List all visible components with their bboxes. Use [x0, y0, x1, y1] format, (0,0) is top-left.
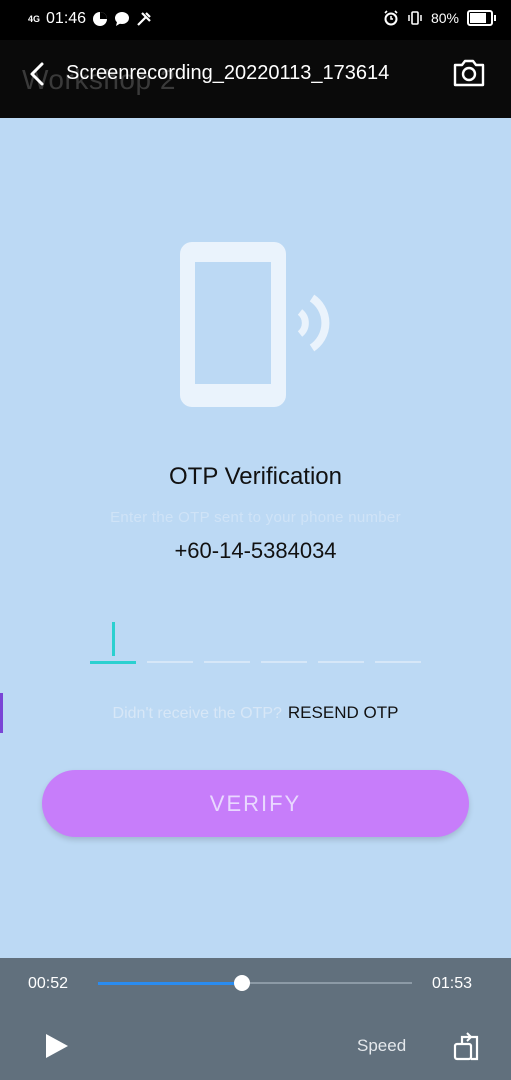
otp-digit-input[interactable]	[318, 618, 364, 663]
otp-digit-input[interactable]	[204, 618, 250, 663]
back-arrow-icon[interactable]	[26, 60, 50, 88]
current-time: 00:52	[28, 975, 69, 992]
phone-number: +60-14-5384034	[174, 538, 337, 563]
seek-thumb[interactable]	[234, 975, 251, 991]
pie-app-icon	[93, 12, 108, 26]
speed-button[interactable]: Speed	[357, 1036, 406, 1056]
otp-title: OTP Verification	[169, 463, 342, 490]
otp-digit-input[interactable]	[90, 618, 136, 664]
network-indicator: 4G	[28, 13, 41, 24]
status-bar-left: 4G 01:46	[28, 10, 152, 28]
seek-bar[interactable]	[98, 975, 412, 991]
otp-screen: OTP Verification Enter the OTP sent to y…	[0, 118, 511, 958]
otp-digit-input[interactable]	[261, 618, 307, 663]
status-time: 01:46	[46, 10, 87, 27]
otp-digit-input[interactable]	[147, 618, 193, 663]
resend-row: Didn't receive the OTP? RESEND OTP	[0, 703, 511, 723]
text-cursor	[112, 622, 115, 656]
title-bar: Workshop 2 Screenrecording_20220113_1736…	[0, 40, 511, 118]
vibrate-icon	[408, 11, 422, 25]
duration-time: 01:53	[432, 975, 473, 992]
video-player-controls: 00:52 01:53 Speed	[0, 958, 511, 1080]
camera-icon[interactable]	[452, 58, 486, 88]
resend-otp-link[interactable]: RESEND OTP	[288, 703, 399, 722]
resend-prompt: Didn't receive the OTP?	[112, 705, 282, 722]
alarm-icon	[384, 10, 398, 26]
edge-accent	[0, 693, 3, 733]
battery-percent: 80%	[430, 10, 459, 26]
rotate-screen-icon[interactable]	[452, 1032, 482, 1062]
otp-digit-input[interactable]	[375, 618, 421, 663]
seek-progress	[98, 982, 243, 985]
file-name-title: Screenrecording_20220113_173614	[66, 62, 390, 84]
status-bar-right: 80%	[383, 10, 496, 26]
phone-vibrating-icon	[180, 242, 330, 407]
otp-input-group	[90, 618, 430, 664]
status-bar: 4G 01:46 80%	[0, 0, 511, 40]
battery-icon	[467, 10, 496, 26]
chat-bubble-icon	[115, 12, 130, 26]
tools-icon	[137, 12, 151, 26]
verify-button[interactable]: VERIFY	[42, 770, 469, 837]
otp-instruction: Enter the OTP sent to your phone number	[110, 509, 401, 526]
play-icon[interactable]	[44, 1032, 70, 1060]
